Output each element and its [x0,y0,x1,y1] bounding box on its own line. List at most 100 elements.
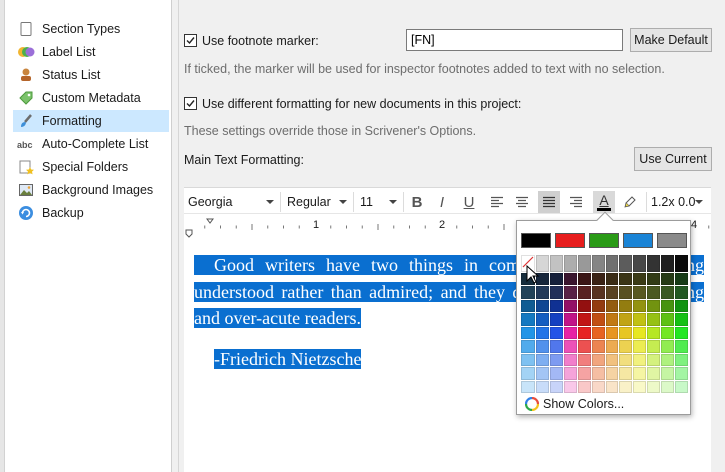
footnote-marker-checkbox[interactable] [184,34,197,47]
color-cell[interactable] [521,286,535,299]
color-cell[interactable] [549,353,563,367]
color-cell[interactable] [675,326,688,340]
color-cell[interactable] [536,353,549,367]
color-cell[interactable] [675,299,688,313]
color-cell[interactable] [633,273,647,286]
color-cell[interactable] [675,367,688,380]
color-cell[interactable] [591,286,605,299]
color-cell[interactable] [549,340,563,353]
sidebar-item-label-list[interactable]: Label List [13,41,169,63]
color-cell[interactable] [563,273,577,286]
color-cell[interactable] [675,353,688,367]
sidebar-item-backup[interactable]: Backup [13,202,169,224]
color-cell[interactable] [521,326,535,340]
color-cell[interactable] [605,380,619,393]
color-cell[interactable] [521,299,535,313]
show-colors-button[interactable]: Show Colors... [525,397,624,411]
color-cell[interactable] [591,326,605,340]
color-cell[interactable] [619,367,633,380]
color-cell[interactable] [577,340,591,353]
color-cell[interactable] [675,255,688,272]
color-cell[interactable] [536,299,549,313]
different-formatting-checkbox[interactable] [184,97,197,110]
color-cell[interactable] [591,367,605,380]
font-family-dropdown[interactable]: Georgia [184,192,281,212]
color-cell[interactable] [591,380,605,393]
color-cell[interactable] [563,313,577,326]
color-cell[interactable] [675,380,688,393]
color-cell[interactable] [605,353,619,367]
color-cell[interactable] [619,380,633,393]
color-cell[interactable] [521,353,535,367]
color-cell[interactable] [675,340,688,353]
color-cell[interactable] [549,326,563,340]
color-cell[interactable] [619,255,633,272]
color-cell[interactable] [549,273,563,286]
color-cell[interactable] [577,286,591,299]
color-cell[interactable] [563,380,577,393]
attribution-paragraph[interactable]: -Friedrich Nietzsche [214,346,362,372]
color-cell[interactable] [549,367,563,380]
color-cell[interactable] [605,313,619,326]
color-cell[interactable] [661,340,675,353]
color-cell[interactable] [549,299,563,313]
color-cell[interactable] [633,367,647,380]
color-cell[interactable] [591,255,605,272]
align-right-button[interactable] [565,191,587,213]
color-cell[interactable] [619,313,633,326]
color-grid[interactable] [521,255,688,393]
color-cell[interactable] [675,273,688,286]
sidebar-item-special-folders[interactable]: Special Folders [13,156,169,178]
color-cell[interactable] [605,299,619,313]
color-cell[interactable] [563,340,577,353]
color-cell[interactable] [633,286,647,299]
color-cell[interactable] [521,367,535,380]
color-cell[interactable] [619,340,633,353]
color-cell[interactable] [577,255,591,272]
italic-button[interactable]: I [431,191,453,213]
sidebar-item-custom-metadata[interactable]: Custom Metadata [13,87,169,109]
color-cell[interactable] [605,273,619,286]
color-cell[interactable] [521,313,535,326]
color-cell[interactable] [549,286,563,299]
color-cell[interactable] [605,367,619,380]
color-cell[interactable] [647,340,661,353]
color-cell[interactable] [605,326,619,340]
highlight-button[interactable] [619,191,641,213]
underline-button[interactable]: U [458,191,480,213]
color-cell[interactable] [605,340,619,353]
color-cell[interactable] [647,380,661,393]
color-cell[interactable] [577,326,591,340]
color-cell[interactable] [633,353,647,367]
font-style-dropdown[interactable]: Regular [283,192,354,212]
color-cell[interactable] [661,299,675,313]
color-cell[interactable] [633,326,647,340]
color-cell[interactable] [647,286,661,299]
color-cell[interactable] [633,340,647,353]
color-cell[interactable] [577,367,591,380]
make-default-button[interactable]: Make Default [630,28,712,52]
align-justify-button[interactable] [538,191,560,213]
color-swatch-red[interactable] [555,233,585,248]
align-center-button[interactable] [511,191,533,213]
color-cell[interactable] [591,313,605,326]
color-cell[interactable] [591,299,605,313]
color-cell[interactable] [549,380,563,393]
color-cell[interactable] [661,326,675,340]
color-cell[interactable] [577,380,591,393]
color-cell[interactable] [661,353,675,367]
color-cell[interactable] [619,326,633,340]
color-cell[interactable] [619,273,633,286]
color-cell[interactable] [563,326,577,340]
color-cell[interactable] [619,353,633,367]
color-cell[interactable] [633,380,647,393]
color-cell[interactable] [661,273,675,286]
color-cell[interactable] [619,299,633,313]
bold-button[interactable]: B [406,191,428,213]
color-swatch-blue[interactable] [623,233,653,248]
color-cell[interactable] [661,380,675,393]
color-cell[interactable] [633,255,647,272]
color-cell[interactable] [605,255,619,272]
color-cell[interactable] [536,367,549,380]
color-cell[interactable] [521,340,535,353]
